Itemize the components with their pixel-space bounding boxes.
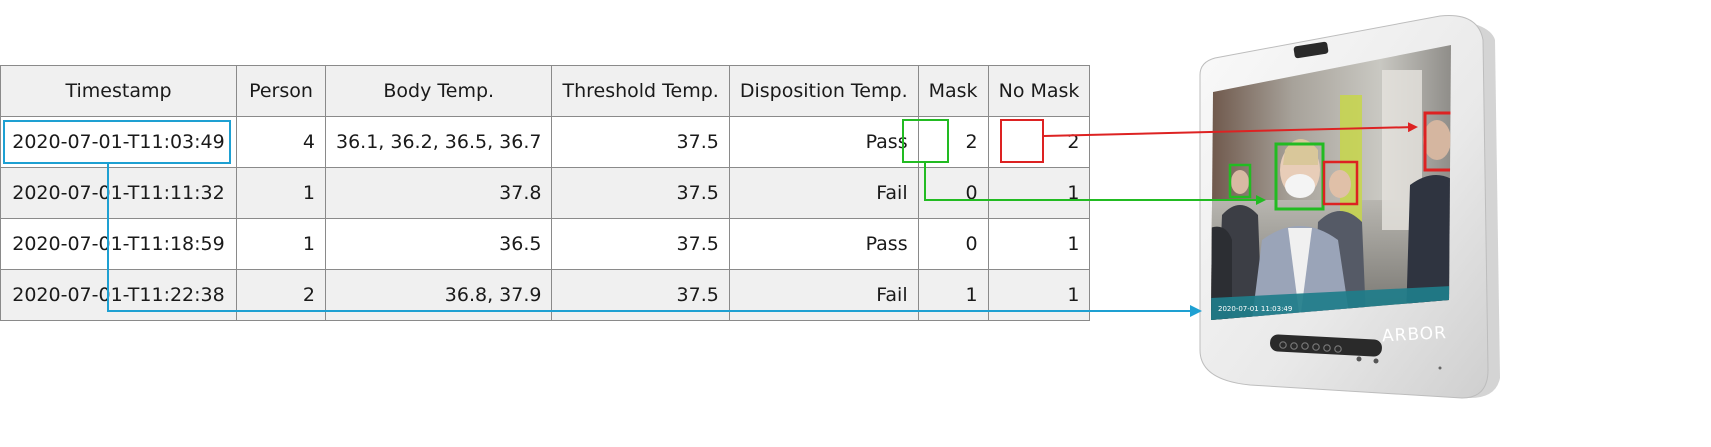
sensor-dot-icon	[1438, 366, 1442, 370]
mask-highlight-box	[902, 119, 949, 163]
no-mask-highlight-box	[1000, 119, 1044, 163]
power-button-icon	[1356, 356, 1362, 362]
annotation-overlay: 2020-07-01 11:03:49 ARBOR	[3, 15, 1500, 399]
brand-logo: ARBOR	[1382, 323, 1448, 346]
screen-timestamp: 2020-07-01 11:03:49	[1218, 305, 1292, 313]
timestamp-highlight-box	[3, 120, 231, 164]
indicator-light-icon	[1373, 358, 1379, 364]
kiosk-device: 2020-07-01 11:03:49 ARBOR	[1199, 15, 1500, 399]
timestamp-arrow	[107, 163, 1202, 317]
